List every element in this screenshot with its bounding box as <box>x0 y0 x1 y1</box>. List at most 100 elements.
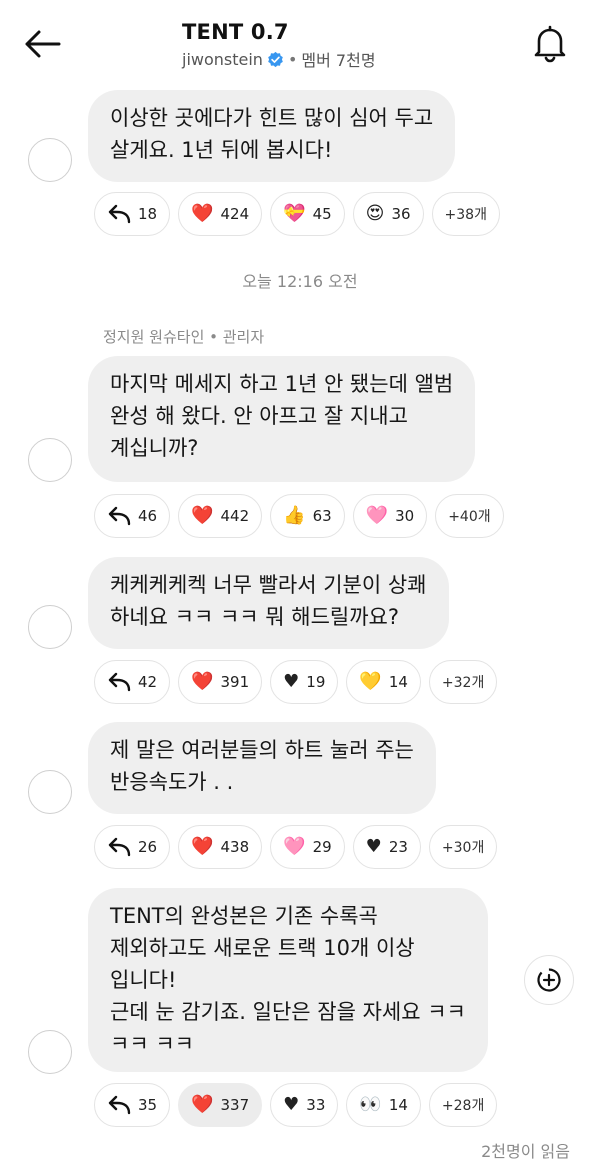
reaction-bar: 35 ❤️ 337 ♥ 33 👀 14 +28개 <box>94 1083 498 1127</box>
notifications-button[interactable] <box>526 22 574 66</box>
reaction-count: 23 <box>388 838 408 856</box>
subtitle-separator: • <box>287 49 298 69</box>
sender-name: 정지원 원슈타인 • 관리자 <box>103 328 265 346</box>
reaction-chip[interactable]: 👍 63 <box>270 494 345 538</box>
black-heart-emoji: ♥ <box>283 671 300 692</box>
message-bubble[interactable]: TENT의 완성본은 기존 수록곡 제외하고도 새로운 트랙 10개 이상 입니… <box>88 888 488 1072</box>
more-reactions-chip[interactable]: +28개 <box>428 1083 498 1127</box>
red-heart-emoji: ❤️ <box>191 203 214 224</box>
more-reactions-count: +40개 <box>448 509 491 525</box>
red-heart-emoji: ❤️ <box>191 1094 214 1115</box>
reaction-bar: 42 ❤️ 391 ♥ 19 💛 14 +32개 <box>94 660 498 704</box>
red-heart-emoji: ❤️ <box>191 671 214 692</box>
reaction-count: 14 <box>388 1096 408 1114</box>
channel-title: TENT 0.7 <box>182 20 289 44</box>
reaction-chip[interactable]: 🩷 29 <box>270 825 345 869</box>
thumbs-up-emoji: 👍 <box>283 505 306 526</box>
more-reactions-chip[interactable]: +32개 <box>428 660 498 704</box>
reaction-chip-selected[interactable]: ❤️ 337 <box>178 1083 263 1127</box>
more-reactions-count: +32개 <box>441 675 485 691</box>
reaction-count: 45 <box>312 205 332 223</box>
pink-heart-emoji: 🩷 <box>365 505 389 526</box>
red-heart-emoji: ❤️ <box>191 505 214 526</box>
avatar[interactable] <box>28 770 72 814</box>
message-bubble[interactable]: 케케케케켁 너무 빨라서 기분이 상쾌 하네요 ㅋㅋ ㅋㅋ 뭐 해드릴까요? <box>88 557 449 649</box>
reaction-count: 30 <box>395 507 415 525</box>
reaction-count: 36 <box>391 205 411 223</box>
red-heart-emoji: ❤️ <box>191 836 214 857</box>
reaction-chip[interactable]: ❤️ 442 <box>178 494 263 538</box>
reaction-count: 337 <box>220 1096 250 1114</box>
avatar[interactable] <box>28 138 72 182</box>
reaction-count: 63 <box>312 507 332 525</box>
reaction-chip[interactable]: ❤️ 391 <box>178 660 263 704</box>
timestamp: 오늘 12:16 오전 <box>242 272 358 291</box>
reaction-count: 442 <box>220 507 250 525</box>
reaction-count: 391 <box>220 673 250 691</box>
reply-icon <box>108 1095 131 1115</box>
reply-button[interactable]: 42 <box>94 660 171 704</box>
reaction-chip[interactable]: 💛 14 <box>346 660 421 704</box>
reaction-bar: 26 ❤️ 438 🩷 29 ♥ 23 +30개 <box>94 825 498 869</box>
reply-button[interactable]: 46 <box>94 494 171 538</box>
reply-button[interactable]: 35 <box>94 1083 171 1127</box>
verified-badge-icon <box>267 51 284 68</box>
black-heart-emoji: ♥ <box>283 1094 300 1115</box>
reply-icon <box>108 672 131 692</box>
read-receipt: 2천명이 읽음 <box>481 1142 570 1161</box>
back-arrow-icon <box>25 30 61 58</box>
pink-heart-emoji: 🩷 <box>283 836 306 857</box>
chat-header: TENT 0.7 jiwonstein • 멤버 7천명 <box>0 0 600 82</box>
avatar[interactable] <box>28 438 72 482</box>
channel-subtitle: jiwonstein • 멤버 7천명 <box>182 47 376 71</box>
reaction-chip[interactable]: 💝 45 <box>270 192 345 236</box>
more-reactions-count: +28개 <box>441 1098 485 1114</box>
reaction-count: 29 <box>312 838 332 856</box>
bell-icon <box>534 25 566 63</box>
reaction-count: 14 <box>388 673 408 691</box>
reply-icon <box>108 204 131 224</box>
reaction-bar: 18 ❤️ 424 💝 45 😍 36 +38개 <box>94 192 500 236</box>
reply-count: 42 <box>138 673 158 691</box>
more-reactions-count: +38개 <box>444 207 487 223</box>
member-count: 멤버 7천명 <box>301 51 376 70</box>
reaction-chip[interactable]: 😍 36 <box>352 192 424 236</box>
avatar[interactable] <box>28 605 72 649</box>
reaction-chip[interactable]: ♥ 23 <box>352 825 421 869</box>
add-reaction-icon <box>537 968 561 992</box>
reaction-chip[interactable]: ❤️ 438 <box>178 825 263 869</box>
back-button[interactable] <box>20 24 64 64</box>
black-heart-emoji: ♥ <box>365 836 382 857</box>
reaction-chip[interactable]: ♥ 19 <box>270 660 339 704</box>
heart-with-ribbon-emoji: 💝 <box>283 203 306 224</box>
reaction-chip[interactable]: 👀 14 <box>346 1083 421 1127</box>
message-bubble[interactable]: 마지막 메세지 하고 1년 안 됐는데 앨범 완성 해 왔다. 안 아프고 잘 … <box>88 356 476 482</box>
reaction-count: 19 <box>306 673 326 691</box>
reply-count: 26 <box>138 838 158 856</box>
reply-button[interactable]: 18 <box>94 192 171 236</box>
reaction-bar: 46 ❤️ 442 👍 63 🩷 30 +40개 <box>94 494 504 538</box>
reply-count: 35 <box>138 1096 158 1114</box>
yellow-heart-emoji: 💛 <box>359 671 382 692</box>
reply-count: 18 <box>138 205 158 223</box>
heart-eyes-emoji: 😍 <box>365 203 385 224</box>
reaction-chip[interactable]: ❤️ 424 <box>178 192 263 236</box>
channel-owner-username[interactable]: jiwonstein <box>182 50 263 69</box>
more-reactions-chip[interactable]: +40개 <box>435 494 504 538</box>
reply-button[interactable]: 26 <box>94 825 171 869</box>
more-reactions-count: +30개 <box>441 840 485 856</box>
message-bubble[interactable]: 이상한 곳에다가 힌트 많이 심어 두고 살게요. 1년 뒤에 봅시다! <box>88 90 456 182</box>
more-reactions-chip[interactable]: +30개 <box>428 825 498 869</box>
reply-icon <box>108 506 131 526</box>
reaction-count: 33 <box>306 1096 326 1114</box>
reaction-chip[interactable]: 🩷 30 <box>352 494 428 538</box>
avatar[interactable] <box>28 1030 72 1074</box>
reaction-chip[interactable]: ♥ 33 <box>270 1083 339 1127</box>
reaction-count: 438 <box>220 838 250 856</box>
reply-icon <box>108 837 131 857</box>
message-bubble[interactable]: 제 말은 여러분들의 하트 눌러 주는 반응속도가 . . <box>88 722 436 814</box>
reaction-count: 424 <box>220 205 250 223</box>
reply-count: 46 <box>138 507 158 525</box>
add-reaction-button[interactable] <box>524 955 574 1005</box>
more-reactions-chip[interactable]: +38개 <box>431 192 500 236</box>
